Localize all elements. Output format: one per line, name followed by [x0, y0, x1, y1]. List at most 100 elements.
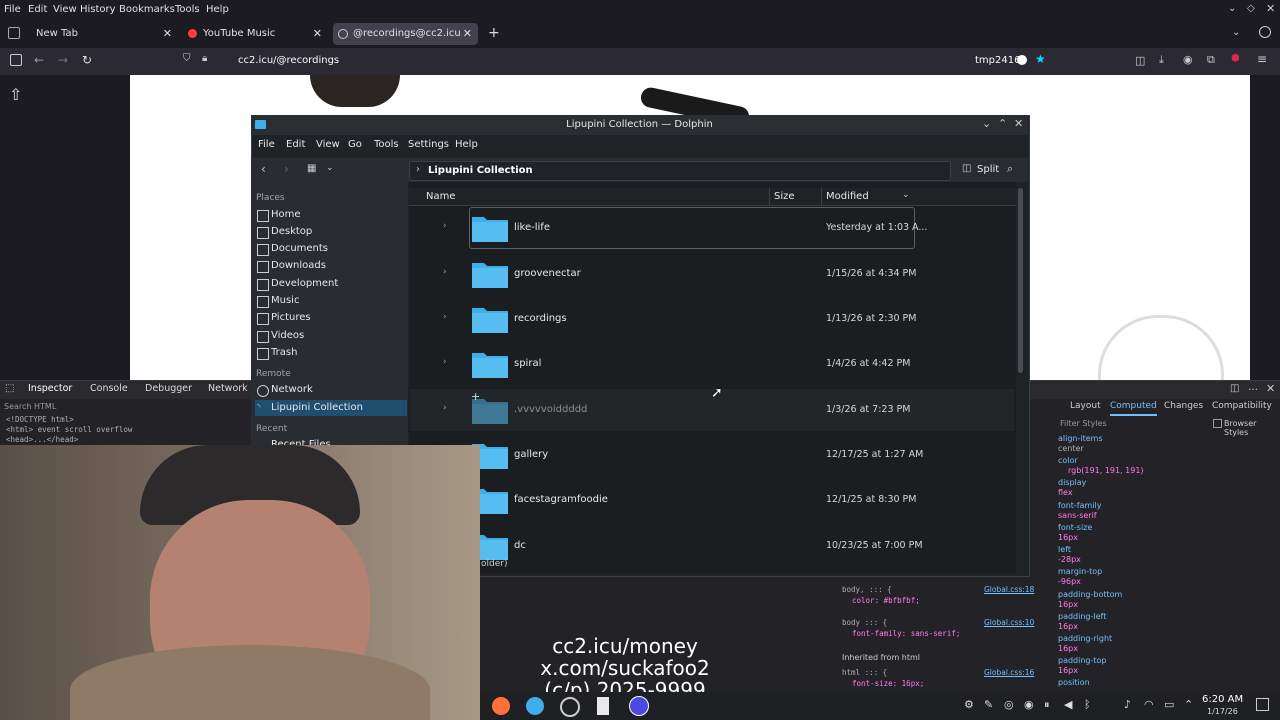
tab-recordings[interactable]: @recordings@cc2.icu ✕	[333, 23, 478, 45]
devtools-tab-console[interactable]: Console	[90, 383, 128, 394]
url-bar[interactable]: ⛉ 🔒︎ cc2.icu/@recordings tmp2416 ★	[180, 51, 1060, 71]
shield-icon[interactable]: ⛉	[183, 53, 191, 64]
tray-icon[interactable]: ⚙	[964, 698, 974, 711]
dolphin-menu-file[interactable]: File	[258, 139, 275, 150]
minimize-icon[interactable]: ⌄	[982, 117, 991, 130]
search-html-input[interactable]: Search HTML	[4, 402, 56, 411]
devtools-tab-network[interactable]: Network	[208, 383, 248, 394]
computed-prop[interactable]: align-items	[1058, 434, 1103, 443]
bluetooth-icon[interactable]: ᛒ	[1084, 698, 1091, 711]
computed-prop[interactable]: left	[1058, 545, 1071, 554]
volume-icon[interactable]: ◀	[1064, 698, 1072, 711]
close-icon[interactable]: ✕	[1014, 117, 1023, 130]
computed-prop[interactable]: padding-top	[1058, 656, 1107, 665]
new-tab-icon[interactable]: +	[488, 25, 500, 41]
sort-chevron-icon[interactable]: ⌄	[902, 190, 910, 200]
account-icon[interactable]	[1259, 26, 1271, 38]
file-row[interactable]: › groovenectar 1/15/26 at 4:34 PM	[410, 253, 1014, 295]
close-devtools-icon[interactable]: ✕	[1266, 382, 1275, 395]
menu-view[interactable]: View	[53, 4, 77, 15]
column-size[interactable]: Size	[774, 191, 795, 202]
place-recent-files[interactable]: Recent Files	[255, 437, 407, 445]
file-row[interactable]: › like-life Yesterday at 1:03 A...	[410, 207, 1014, 249]
show-desktop-icon[interactable]	[1256, 698, 1269, 711]
place-documents[interactable]: Documents	[255, 241, 407, 257]
rule-declaration[interactable]: color: #bfbfbf;	[852, 596, 920, 605]
file-row[interactable]: facestagramfoodie 12/1/25 at 8:30 PM	[410, 479, 1014, 521]
menu-edit[interactable]: Edit	[28, 4, 47, 15]
sidebar-toggle-icon[interactable]	[10, 54, 22, 66]
file-row[interactable]: › spiral 1/4/26 at 4:42 PM	[410, 343, 1014, 385]
place-development[interactable]: Development	[255, 276, 407, 292]
reload-icon[interactable]: ↻	[82, 53, 92, 67]
pick-element-icon[interactable]: ⬚	[5, 383, 14, 394]
place-music[interactable]: Music	[255, 293, 407, 309]
html-line[interactable]: <!DOCTYPE html>	[6, 415, 132, 425]
place-trash[interactable]: Trash	[255, 345, 407, 361]
rule-source-link[interactable]: Global.css:10	[984, 618, 1034, 627]
computed-prop[interactable]: padding-right	[1058, 634, 1112, 643]
place-desktop[interactable]: Desktop	[255, 224, 407, 240]
file-row[interactable]: › recordings 1/13/26 at 2:30 PM	[410, 298, 1014, 340]
dock-icon[interactable]: ◫	[1230, 383, 1239, 394]
forward-icon[interactable]: ›	[284, 162, 289, 176]
tab-overview-icon[interactable]	[8, 27, 20, 39]
ublock-icon[interactable]: ⬢	[1231, 53, 1240, 64]
sidebar-tab-compatibility[interactable]: Compatibility	[1212, 401, 1272, 411]
breadcrumb[interactable]: › Lipupini Collection	[409, 161, 951, 181]
computed-prop[interactable]: display	[1058, 478, 1086, 487]
dolphin-menu-help[interactable]: Help	[455, 139, 478, 150]
column-divider[interactable]	[821, 188, 822, 205]
tab-new-tab[interactable]: New Tab ✕	[30, 23, 178, 45]
menu-tools[interactable]: Tools	[175, 4, 200, 15]
scrollbar[interactable]	[1018, 188, 1023, 373]
menu-history[interactable]: History	[80, 4, 116, 15]
more-options-icon[interactable]: …	[1248, 382, 1258, 393]
rule-declaration[interactable]: font-size: 16px;	[852, 679, 924, 688]
rule-declaration[interactable]: font-family: sans-serif;	[852, 629, 960, 638]
dolphin-menu-view[interactable]: View	[316, 139, 340, 150]
dolphin-menu-settings[interactable]: Settings	[408, 139, 449, 150]
clock-date[interactable]: 1/17/26	[1207, 707, 1238, 716]
tray-icon[interactable]: ⏸	[1044, 698, 1050, 712]
breadcrumb-item[interactable]: Lipupini Collection	[428, 165, 533, 176]
split-button[interactable]: Split	[977, 164, 999, 175]
column-modified[interactable]: Modified	[826, 191, 869, 202]
rule-source-link[interactable]: Global.css:16	[984, 668, 1034, 677]
screenshot-icon[interactable]: ◫	[1135, 54, 1145, 67]
toggle-icon[interactable]	[1017, 55, 1027, 65]
search-icon[interactable]: ⌕	[1007, 162, 1013, 176]
firefox-icon[interactable]	[492, 697, 510, 715]
view-mode-icon[interactable]: ▦	[307, 163, 316, 174]
account-circle-icon[interactable]: ◉	[1183, 53, 1193, 66]
tab-close-icon[interactable]: ✕	[163, 23, 172, 45]
place-lipupini-collection[interactable]: ◝ Lipupini Collection	[255, 400, 407, 416]
computed-prop[interactable]: font-size	[1058, 523, 1092, 532]
computed-prop[interactable]: padding-bottom	[1058, 590, 1122, 599]
expand-chevron-icon[interactable]: ›	[443, 357, 447, 367]
maximize-icon[interactable]: ⌃	[998, 117, 1007, 130]
devtools-tab-debugger[interactable]: Debugger	[145, 383, 192, 394]
rule-selector[interactable]: html ::: {	[842, 668, 887, 677]
upload-arrow-icon[interactable]: ⇧	[9, 85, 22, 104]
browser-styles-checkbox[interactable]	[1213, 419, 1222, 428]
column-divider[interactable]	[769, 188, 770, 205]
computed-prop[interactable]: position	[1058, 678, 1090, 687]
rule-source-link[interactable]: Global.css:18	[984, 585, 1034, 594]
computed-prop[interactable]: font-family	[1058, 501, 1102, 510]
menu-file[interactable]: File	[4, 4, 21, 15]
expand-chevron-icon[interactable]: ›	[443, 267, 447, 277]
tray-icon[interactable]: ✎	[984, 698, 993, 711]
tab-close-icon[interactable]: ✕	[463, 23, 472, 45]
file-row[interactable]: gallery 12/17/25 at 1:27 AM	[410, 434, 1014, 476]
sidebar-tab-changes[interactable]: Changes	[1164, 401, 1203, 411]
computed-prop[interactable]: padding-left	[1058, 612, 1106, 621]
chevron-down-icon[interactable]: ⌄	[326, 163, 334, 173]
place-network[interactable]: Network	[255, 382, 407, 398]
downloads-icon[interactable]: ⤓	[1159, 53, 1164, 67]
clock-time[interactable]: 6:20 AM	[1202, 694, 1243, 705]
extensions-icon[interactable]: ⧉	[1207, 53, 1215, 67]
filter-styles-input[interactable]: Filter Styles	[1060, 419, 1107, 428]
rule-selector[interactable]: body ::: {	[842, 618, 887, 627]
dolphin-menu-go[interactable]: Go	[348, 139, 362, 150]
